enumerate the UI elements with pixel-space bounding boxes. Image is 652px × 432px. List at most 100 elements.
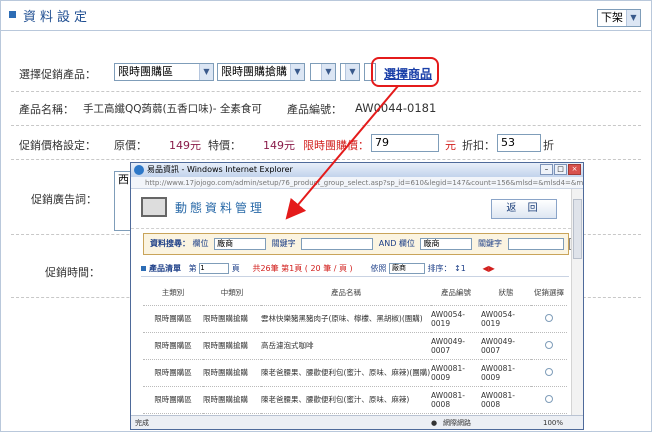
- select-radio[interactable]: [545, 313, 553, 322]
- order-label: 排序：: [427, 264, 452, 273]
- back-button[interactable]: 返 回: [491, 199, 557, 219]
- col-status: 狀態: [481, 281, 531, 306]
- manager-title: 動態資料管理: [175, 201, 266, 215]
- window-titlebar[interactable]: 易品資訊 - Windows Internet Explorer – □ ×: [131, 163, 583, 177]
- keyword2-input[interactable]: [507, 237, 564, 250]
- header-bullet: [9, 11, 16, 18]
- field1-select[interactable]: 廠商: [214, 237, 267, 250]
- scroll-thumb[interactable]: [573, 199, 582, 259]
- col-main: 主類別: [143, 281, 203, 306]
- panel-header: 資料設定 下架 ▼: [1, 1, 651, 31]
- divider: [11, 159, 641, 160]
- select-3[interactable]: ▼: [310, 63, 336, 81]
- special-price: 149元: [263, 139, 295, 152]
- table-row[interactable]: 限時團購區 限時團購搶購 高岳濾泡式咖啡 AW0049-0007 AW0049-…: [143, 332, 567, 360]
- globe-icon: ●: [431, 419, 438, 427]
- chevron-down-icon: ▼: [321, 64, 335, 80]
- product-label: 選擇促銷產品：: [19, 68, 96, 81]
- minimize-button[interactable]: –: [540, 164, 553, 175]
- table-row[interactable]: 限時團購區 限時團購搶購 陳老爸腰果、腰歡便利包(蜜汁、原味、麻辣)(團購) A…: [143, 359, 567, 387]
- page-prefix: 第: [188, 264, 197, 273]
- cell-sub: 限時團購搶購: [203, 305, 261, 333]
- keyword1-label: 關鍵字: [271, 239, 296, 248]
- status-bar: 完成 ● 網際網路 100%: [131, 415, 583, 429]
- sort-select[interactable]: 廠商: [389, 263, 425, 274]
- cell-select: [531, 359, 567, 387]
- cell-code: AW0081-0009: [431, 359, 481, 387]
- search-label: 資料搜尋：: [150, 239, 190, 248]
- cell-status: AW0054-0019: [481, 305, 531, 333]
- subcategory-select[interactable]: 限時團購搶購 ▼: [217, 63, 305, 81]
- cell-code: AW0049-0007: [431, 332, 481, 360]
- cell-main: 限時團購區: [143, 386, 203, 414]
- yuan-unit: 元: [445, 139, 456, 152]
- discount-input[interactable]: 53: [497, 134, 541, 152]
- select-radio[interactable]: [545, 367, 553, 376]
- ie-icon: [134, 165, 144, 175]
- page-title: 資料設定: [23, 10, 92, 25]
- cell-main: 限時團購區: [143, 332, 203, 360]
- list-bullet: [141, 266, 146, 271]
- group-price-label: 限時團購價：: [303, 139, 369, 152]
- select-radio[interactable]: [545, 394, 553, 403]
- cell-status: AW0081-0008: [481, 386, 531, 414]
- group-price-input[interactable]: 79: [371, 134, 439, 152]
- manager-header: 動態資料管理 返 回: [131, 189, 571, 229]
- sort-label: 依照: [370, 264, 387, 273]
- cell-select: [531, 305, 567, 333]
- maximize-button[interactable]: □: [554, 164, 567, 175]
- page-suffix: 頁: [231, 264, 240, 273]
- cell-main: 限時團購區: [143, 359, 203, 387]
- zoom-level[interactable]: 100%: [543, 416, 563, 429]
- cell-sub: 限時團購搶購: [203, 386, 261, 414]
- prev-page-icon[interactable]: ◀▶: [482, 264, 494, 273]
- category-select-value: 限時團購區: [118, 65, 173, 78]
- status-text: 完成: [135, 419, 149, 427]
- table-row[interactable]: 限時團購區 限時團購搶購 雲林快樂豬黑豬肉子(原味、檸檬、黑胡椒)(團購) AW…: [143, 305, 567, 333]
- select-radio[interactable]: [545, 340, 553, 349]
- category-select[interactable]: 限時團購區 ▼: [114, 63, 214, 81]
- cell-code: AW0081-0008: [431, 386, 481, 414]
- window-content: 動態資料管理 返 回 資料搜尋： 欄位 廠商 關鍵字 AND 欄位 廠商 關鍵字…: [131, 189, 583, 417]
- product-table: 主類別 中類別 產品名稱 產品編號 狀態 促銷選擇 限時團購區 限時團購搶購 雲…: [143, 281, 567, 414]
- window-title: 易品資訊 - Windows Internet Explorer: [147, 165, 293, 174]
- table-header-row: 主類別 中類別 產品名稱 產品編號 狀態 促銷選擇: [143, 281, 567, 306]
- vertical-scrollbar[interactable]: [571, 189, 583, 417]
- col-sub: 中類別: [203, 281, 261, 306]
- cell-code: AW0054-0019: [431, 305, 481, 333]
- page-summary: 共26筆 第1頁 ( 20 筆 / 頁 ): [252, 264, 353, 273]
- select-4[interactable]: ▼: [340, 63, 360, 81]
- subcategory-select-value: 限時團購搶購: [221, 65, 287, 78]
- col-code: 產品編號: [431, 281, 481, 306]
- product-picker-window[interactable]: 易品資訊 - Windows Internet Explorer – □ × h…: [130, 162, 584, 430]
- orig-price: 149元: [169, 139, 201, 152]
- divider: [11, 91, 641, 92]
- page-select[interactable]: 1: [199, 263, 230, 274]
- choose-product-link[interactable]: 選擇商品: [384, 65, 432, 82]
- field2-label: 欄位: [398, 239, 415, 248]
- status-select[interactable]: 下架 ▼: [597, 9, 641, 27]
- divider: [11, 125, 641, 126]
- status-select-value: 下架: [601, 11, 623, 24]
- keyword2-label: 關鍵字: [478, 239, 502, 248]
- address-url: http://www.17jojogo.com/admin/setup/76_p…: [145, 179, 583, 187]
- search-bar: 資料搜尋： 欄位 廠商 關鍵字 AND 欄位 廠商 關鍵字 搜尋: [143, 233, 583, 255]
- close-button[interactable]: ×: [568, 164, 581, 175]
- orig-label: 原價：: [114, 139, 147, 152]
- price-label: 促銷價格設定：: [19, 139, 96, 152]
- cell-name: 陳老爸腰果、腰歡便利包(蜜汁、原味、麻辣)(團購): [261, 359, 431, 387]
- list-title: 產品清單: [149, 264, 181, 273]
- chevron-down-icon: ▼: [290, 64, 304, 80]
- sort-order-icon[interactable]: ↕1: [454, 264, 466, 273]
- cell-status: AW0049-0007: [481, 332, 531, 360]
- address-bar[interactable]: http://www.17jojogo.com/admin/setup/76_p…: [131, 177, 583, 189]
- keyword1-input[interactable]: [301, 237, 374, 250]
- code-label: 產品編號：: [287, 103, 342, 116]
- table-row[interactable]: 限時團購區 限時團購搶購 陳老爸腰果、腰歡便利包(蜜汁、原味、麻辣) AW008…: [143, 386, 567, 414]
- cell-main: 限時團購區: [143, 305, 203, 333]
- cell-select: [531, 332, 567, 360]
- col-select: 促銷選擇: [531, 281, 567, 306]
- field2-select[interactable]: 廠商: [420, 237, 473, 250]
- cell-sub: 限時團購搶購: [203, 359, 261, 387]
- monitor-icon: [141, 197, 167, 217]
